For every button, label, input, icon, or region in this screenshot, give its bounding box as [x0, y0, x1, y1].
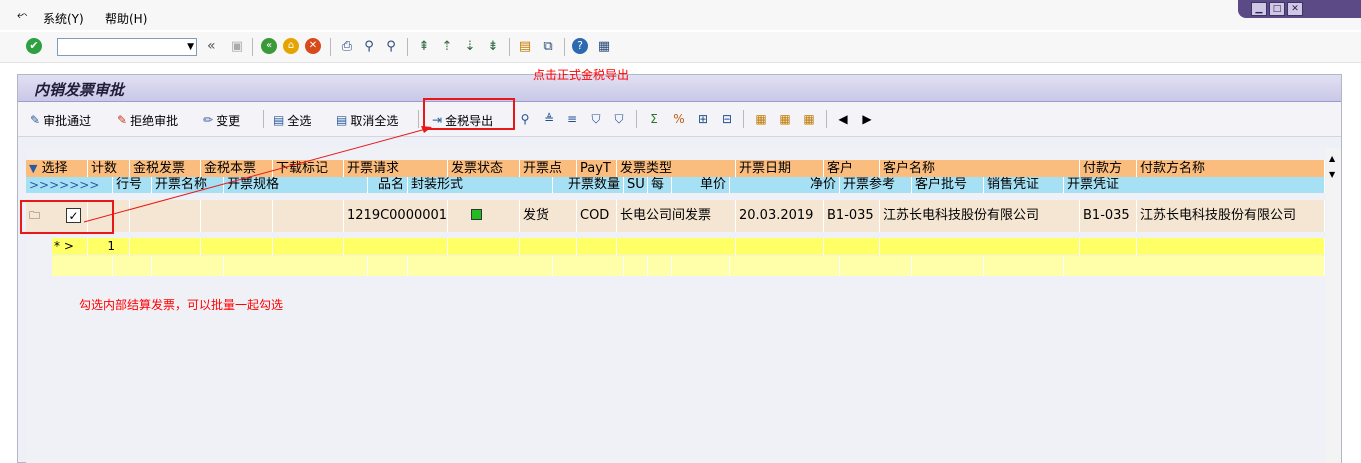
- arrow-line: [83, 128, 427, 223]
- arrow-head-icon: [421, 126, 432, 133]
- annotation-arrow: [83, 126, 432, 223]
